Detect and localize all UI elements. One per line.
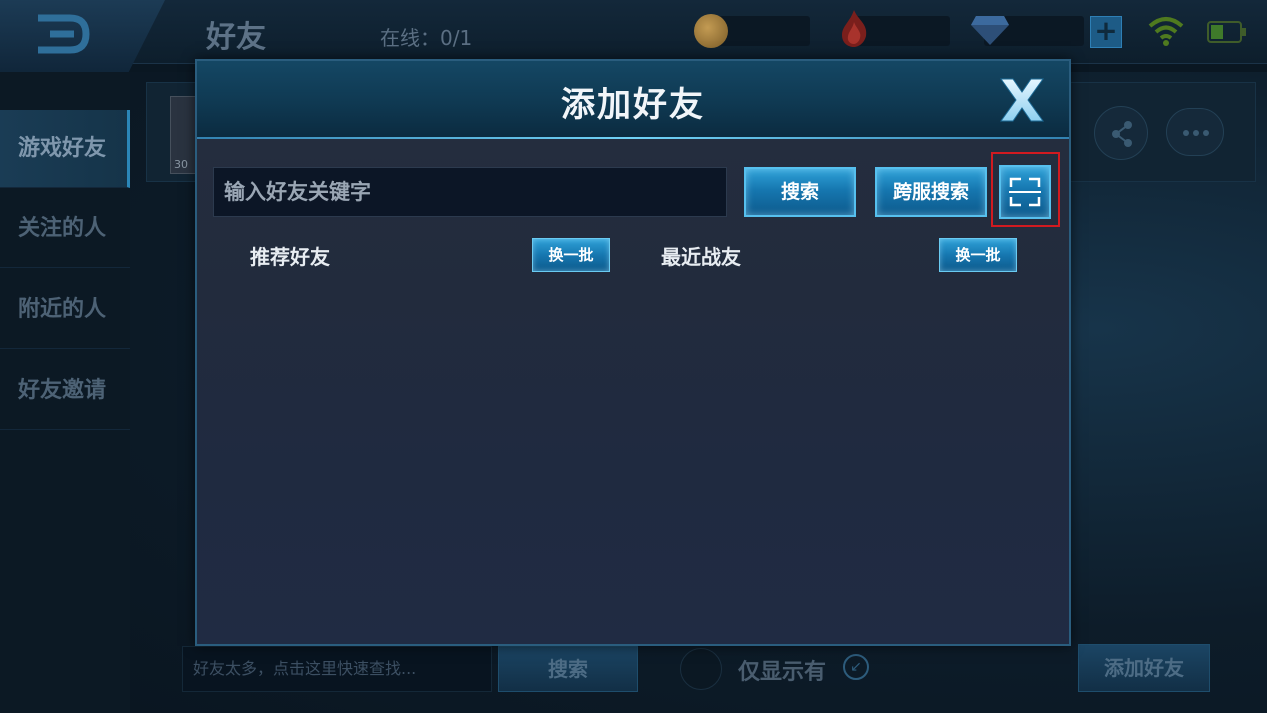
- plus-icon[interactable]: +: [1090, 16, 1122, 48]
- dialog-title: 添加好友: [561, 85, 705, 125]
- recommended-friends-label: 推荐好友: [250, 245, 330, 269]
- diamond-icon: [971, 16, 1009, 45]
- only-show-toggle[interactable]: [680, 648, 722, 690]
- close-icon: [1000, 78, 1044, 122]
- back-icon: [38, 14, 90, 54]
- chat-icon[interactable]: [1166, 108, 1224, 156]
- bottom-search-button[interactable]: 搜索: [498, 646, 638, 692]
- scan-button[interactable]: [999, 165, 1051, 219]
- dialog-header: 添加好友: [197, 61, 1069, 139]
- coin-icon: [694, 14, 728, 48]
- page-title: 好友: [206, 20, 266, 55]
- add-friend-button[interactable]: 添加好友: [1078, 644, 1210, 692]
- flame-icon: [842, 10, 867, 47]
- sidebar-item-invites[interactable]: 好友邀请: [0, 352, 130, 430]
- online-status: 在线：0/1: [380, 26, 473, 50]
- quick-find-input[interactable]: 好友太多，点击这里快速查找...: [182, 646, 492, 692]
- sidebar-item-following[interactable]: 关注的人: [0, 190, 130, 268]
- refresh-recommended-button[interactable]: 换一批: [532, 238, 610, 272]
- sidebar-item-game-friends[interactable]: 游戏好友: [0, 110, 130, 188]
- battery-icon: [1207, 21, 1246, 43]
- avatar-level: 30: [174, 158, 188, 171]
- sidebar-item-label: 游戏好友: [18, 136, 107, 161]
- wifi-icon: [1148, 17, 1184, 46]
- cross-server-search-button[interactable]: 跨服搜索: [875, 167, 987, 217]
- arrow-icon: ↙: [843, 654, 869, 680]
- add-friend-dialog: 添加好友 输入好友关键字 搜索 跨服搜索 推荐好友 换一批 最近战友 换一批: [195, 59, 1071, 646]
- sidebar-item-label: 好友邀请: [18, 378, 107, 403]
- sidebar-item-label: 关注的人: [18, 216, 107, 241]
- only-show-label: 仅显示有: [738, 660, 827, 685]
- friend-keyword-input[interactable]: 输入好友关键字: [213, 167, 727, 217]
- sidebar-item-nearby[interactable]: 附近的人: [0, 271, 130, 349]
- search-button[interactable]: 搜索: [744, 167, 856, 217]
- recent-teammates-label: 最近战友: [661, 245, 741, 269]
- share-icon[interactable]: [1094, 106, 1148, 160]
- refresh-recent-button[interactable]: 换一批: [939, 238, 1017, 272]
- sidebar-item-label: 附近的人: [18, 297, 107, 322]
- scan-icon: [1009, 177, 1041, 207]
- close-button[interactable]: [997, 75, 1047, 125]
